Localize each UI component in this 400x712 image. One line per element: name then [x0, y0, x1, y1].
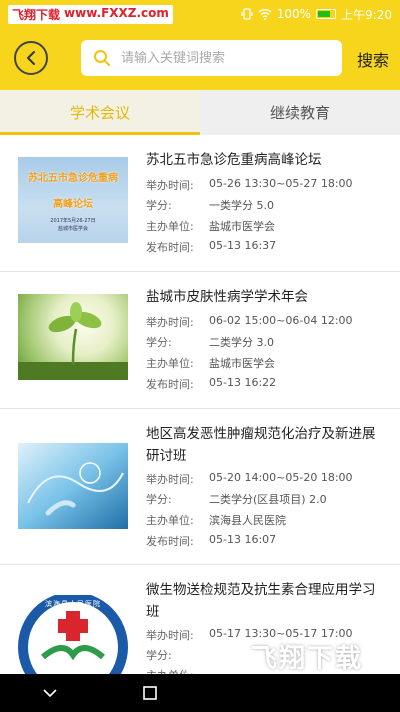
meta-value: 二类学分 3.0	[209, 336, 274, 349]
meta-time: 举办时间: 05-26 13:30~05-27 18:00	[146, 177, 386, 193]
chevron-down-icon	[43, 689, 57, 698]
meta-time: 举办时间: 05-20 14:00~05-20 18:00	[146, 471, 386, 487]
list-item[interactable]: 盐城市皮肤性病学学术年会 举办时间: 06-02 15:00~06-04 12:…	[0, 272, 400, 409]
meta-published: 发布时间: 05-13 16:37	[146, 239, 386, 255]
conference-title: 盐城市皮肤性病学学术年会	[146, 289, 308, 305]
meta-value: 05-13 16:22	[209, 376, 277, 389]
back-button[interactable]	[14, 41, 48, 75]
meta-value: 06-02 15:00~06-04 12:00	[209, 314, 353, 327]
conference-thumbnail: 苏北五市急诊危重病 高峰论坛 2017年5月26-27日 盐城市医学会	[18, 157, 128, 243]
search-button[interactable]: 搜索	[357, 47, 389, 71]
nav-recents-button[interactable]	[130, 678, 170, 708]
clock: 上午9:20	[341, 7, 392, 22]
meta-credit: 学分: 二类学分(区县项目) 2.0	[146, 491, 386, 507]
status-indicators: 100% 上午9:20	[241, 6, 392, 23]
vibrate-icon	[241, 8, 253, 20]
meta-label: 学分:	[146, 649, 172, 662]
meta-value: 05-13 16:37	[209, 239, 277, 252]
meta-value: 盐城市医学会	[209, 220, 275, 233]
meta-label: 举办时间:	[146, 629, 194, 642]
sprout-image	[18, 302, 128, 380]
search-header: 搜索	[0, 28, 400, 90]
meta-label: 举办时间:	[146, 316, 194, 329]
meta-label: 主办单位:	[146, 220, 194, 233]
meta-value: 滨海县人民医院	[209, 514, 286, 527]
meta-label: 学分:	[146, 493, 172, 506]
site-watermark-tag: 飞翔下载 www.FXXZ.com	[8, 4, 173, 24]
tab-continuing-education[interactable]: 继续教育	[200, 90, 400, 135]
meta-credit: 学分: 二类学分 3.0	[146, 334, 386, 350]
meta-published: 发布时间: 05-13 16:22	[146, 376, 386, 392]
system-nav-bar	[0, 674, 400, 712]
conference-title: 微生物送检规范及抗生素合理应用学习班	[146, 582, 376, 620]
search-box[interactable]	[81, 40, 342, 76]
medical-tech-image	[18, 443, 128, 529]
app-screen: 飞翔下载 www.FXXZ.com 100% 上午9:20 请输入关键词搜索 搜…	[0, 0, 400, 712]
meta-host: 主办单位: 盐城市医学会	[146, 355, 386, 371]
thumb-date: 2017年5月26-27日	[50, 218, 96, 224]
meta-host: 主办单位: 盐城市医学会	[146, 218, 386, 234]
thumb-subtitle: 高峰论坛	[53, 199, 93, 210]
tab-bar: 学术会议 继续教育	[0, 90, 400, 135]
nav-extra-button[interactable]	[330, 678, 370, 708]
hospital-logo: 滨海县人民医院	[18, 595, 128, 681]
meta-label: 学分:	[146, 336, 172, 349]
meta-time: 举办时间: 05-17 13:30~05-17 17:00	[146, 627, 386, 643]
meta-credit: 学分:	[146, 647, 386, 663]
thumb-organizer: 盐城市医学会	[57, 226, 88, 232]
search-icon	[94, 50, 110, 66]
search-input[interactable]	[121, 50, 321, 66]
site-name: 飞翔下载	[12, 7, 61, 22]
meta-label: 发布时间:	[146, 241, 194, 254]
chevron-left-icon	[27, 51, 35, 65]
meta-label: 发布时间:	[146, 378, 194, 391]
conference-title: 苏北五市急诊危重病高峰论坛	[146, 152, 322, 168]
square-icon	[143, 686, 157, 700]
thumb-title: 苏北五市急诊危重病	[28, 173, 118, 184]
meta-label: 举办时间:	[146, 179, 194, 192]
conference-title: 地区高发恶性肿瘤规范化治疗及新进展研讨班	[146, 426, 376, 464]
meta-value: 05-17 13:30~05-17 17:00	[209, 627, 353, 640]
meta-label: 主办单位:	[146, 514, 194, 527]
nav-back-button[interactable]	[30, 678, 70, 708]
logo-ring-text: 滨海县人民医院	[45, 600, 101, 608]
meta-value: 一类学分 5.0	[209, 199, 274, 212]
meta-value: 05-26 13:30~05-27 18:00	[209, 177, 353, 190]
meta-time: 举办时间: 06-02 15:00~06-04 12:00	[146, 314, 386, 330]
meta-credit: 学分: 一类学分 5.0	[146, 197, 386, 213]
list-item[interactable]: 地区高发恶性肿瘤规范化治疗及新进展研讨班 举办时间: 05-20 14:00~0…	[0, 409, 400, 565]
meta-label: 发布时间:	[146, 535, 194, 548]
meta-value: 盐城市医学会	[209, 357, 275, 370]
conference-thumbnail	[18, 294, 128, 380]
tab-academic-conference[interactable]: 学术会议	[0, 90, 200, 135]
meta-value: 05-13 16:07	[209, 533, 277, 546]
battery-icon	[316, 9, 337, 19]
meta-label: 主办单位:	[146, 357, 194, 370]
list-item[interactable]: 苏北五市急诊危重病 高峰论坛 2017年5月26-27日 盐城市医学会 苏北五市…	[0, 135, 400, 272]
conference-thumbnail	[18, 443, 128, 529]
meta-host: 主办单位: 滨海县人民医院	[146, 512, 386, 528]
status-bar: 飞翔下载 www.FXXZ.com 100% 上午9:20	[0, 0, 400, 28]
meta-label: 学分:	[146, 199, 172, 212]
meta-label: 举办时间:	[146, 473, 194, 486]
conference-list: 苏北五市急诊危重病 高峰论坛 2017年5月26-27日 盐城市医学会 苏北五市…	[0, 135, 400, 705]
meta-value: 二类学分(区县项目) 2.0	[209, 493, 327, 506]
meta-published: 发布时间: 05-13 16:07	[146, 533, 386, 549]
site-url: www.FXXZ.com	[64, 5, 169, 20]
meta-value: 05-20 14:00~05-20 18:00	[209, 471, 353, 484]
battery-percent: 100%	[276, 7, 312, 21]
wifi-icon	[258, 9, 272, 20]
nav-home-button[interactable]	[230, 678, 270, 708]
